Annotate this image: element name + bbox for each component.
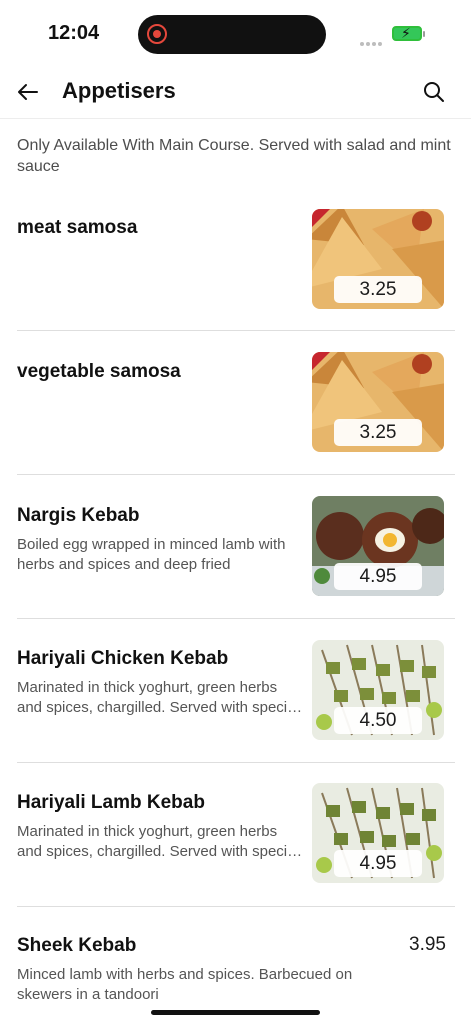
item-image-hariyali-chicken-kebab[interactable]: 4.50	[312, 640, 444, 740]
item-description-line: and spices, chargilled. Served with spec…	[17, 843, 303, 860]
status-bar: 12:04 ⚡	[0, 0, 471, 64]
price-badge: 4.95	[334, 850, 422, 877]
item-description-line: and spices, chargilled. Served with spec…	[17, 699, 303, 716]
item-image-hariyali-lamb-kebab[interactable]: 4.95	[312, 783, 444, 883]
category-description: Only Available With Main Course. Served …	[17, 137, 451, 175]
item-image-meat-samosa[interactable]: 3.25	[312, 209, 444, 309]
price-badge: 4.50	[334, 707, 422, 734]
item-description-line: Marinated in thick yoghurt, green herbs	[17, 679, 278, 696]
item-description: Boiled egg wrapped in minced lamb with h…	[17, 536, 286, 573]
item-description: Marinated in thick yoghurt, green herbs …	[17, 678, 312, 718]
divider	[17, 474, 455, 475]
price-badge: 3.25	[334, 276, 422, 303]
item-description: Marinated in thick yoghurt, green herbs …	[17, 822, 312, 862]
page-title: Appetisers	[62, 78, 176, 103]
item-description-line: Marinated in thick yoghurt, green herbs	[17, 823, 278, 840]
divider	[17, 762, 455, 763]
status-time: 12:04	[48, 22, 100, 44]
item-description: Minced lamb with herbs and spices. Barbe…	[17, 966, 353, 1003]
home-indicator[interactable]	[151, 1010, 320, 1015]
divider	[17, 330, 455, 331]
dynamic-island	[138, 15, 326, 54]
price-badge: 3.25	[334, 419, 422, 446]
header: Appetisers	[0, 72, 471, 114]
search-icon[interactable]	[422, 80, 446, 104]
recording-icon	[147, 24, 167, 44]
signal-icon	[360, 33, 384, 51]
price-badge: 4.95	[334, 563, 422, 590]
back-arrow-icon[interactable]	[16, 80, 40, 104]
item-image-nargis-kebab[interactable]: 4.95	[312, 496, 444, 596]
divider	[17, 906, 455, 907]
battery-icon: ⚡	[392, 25, 425, 41]
item-price: 3.95	[409, 934, 446, 955]
item-image-vegetable-samosa[interactable]: 3.25	[312, 352, 444, 452]
divider	[17, 618, 455, 619]
header-divider	[0, 118, 471, 119]
